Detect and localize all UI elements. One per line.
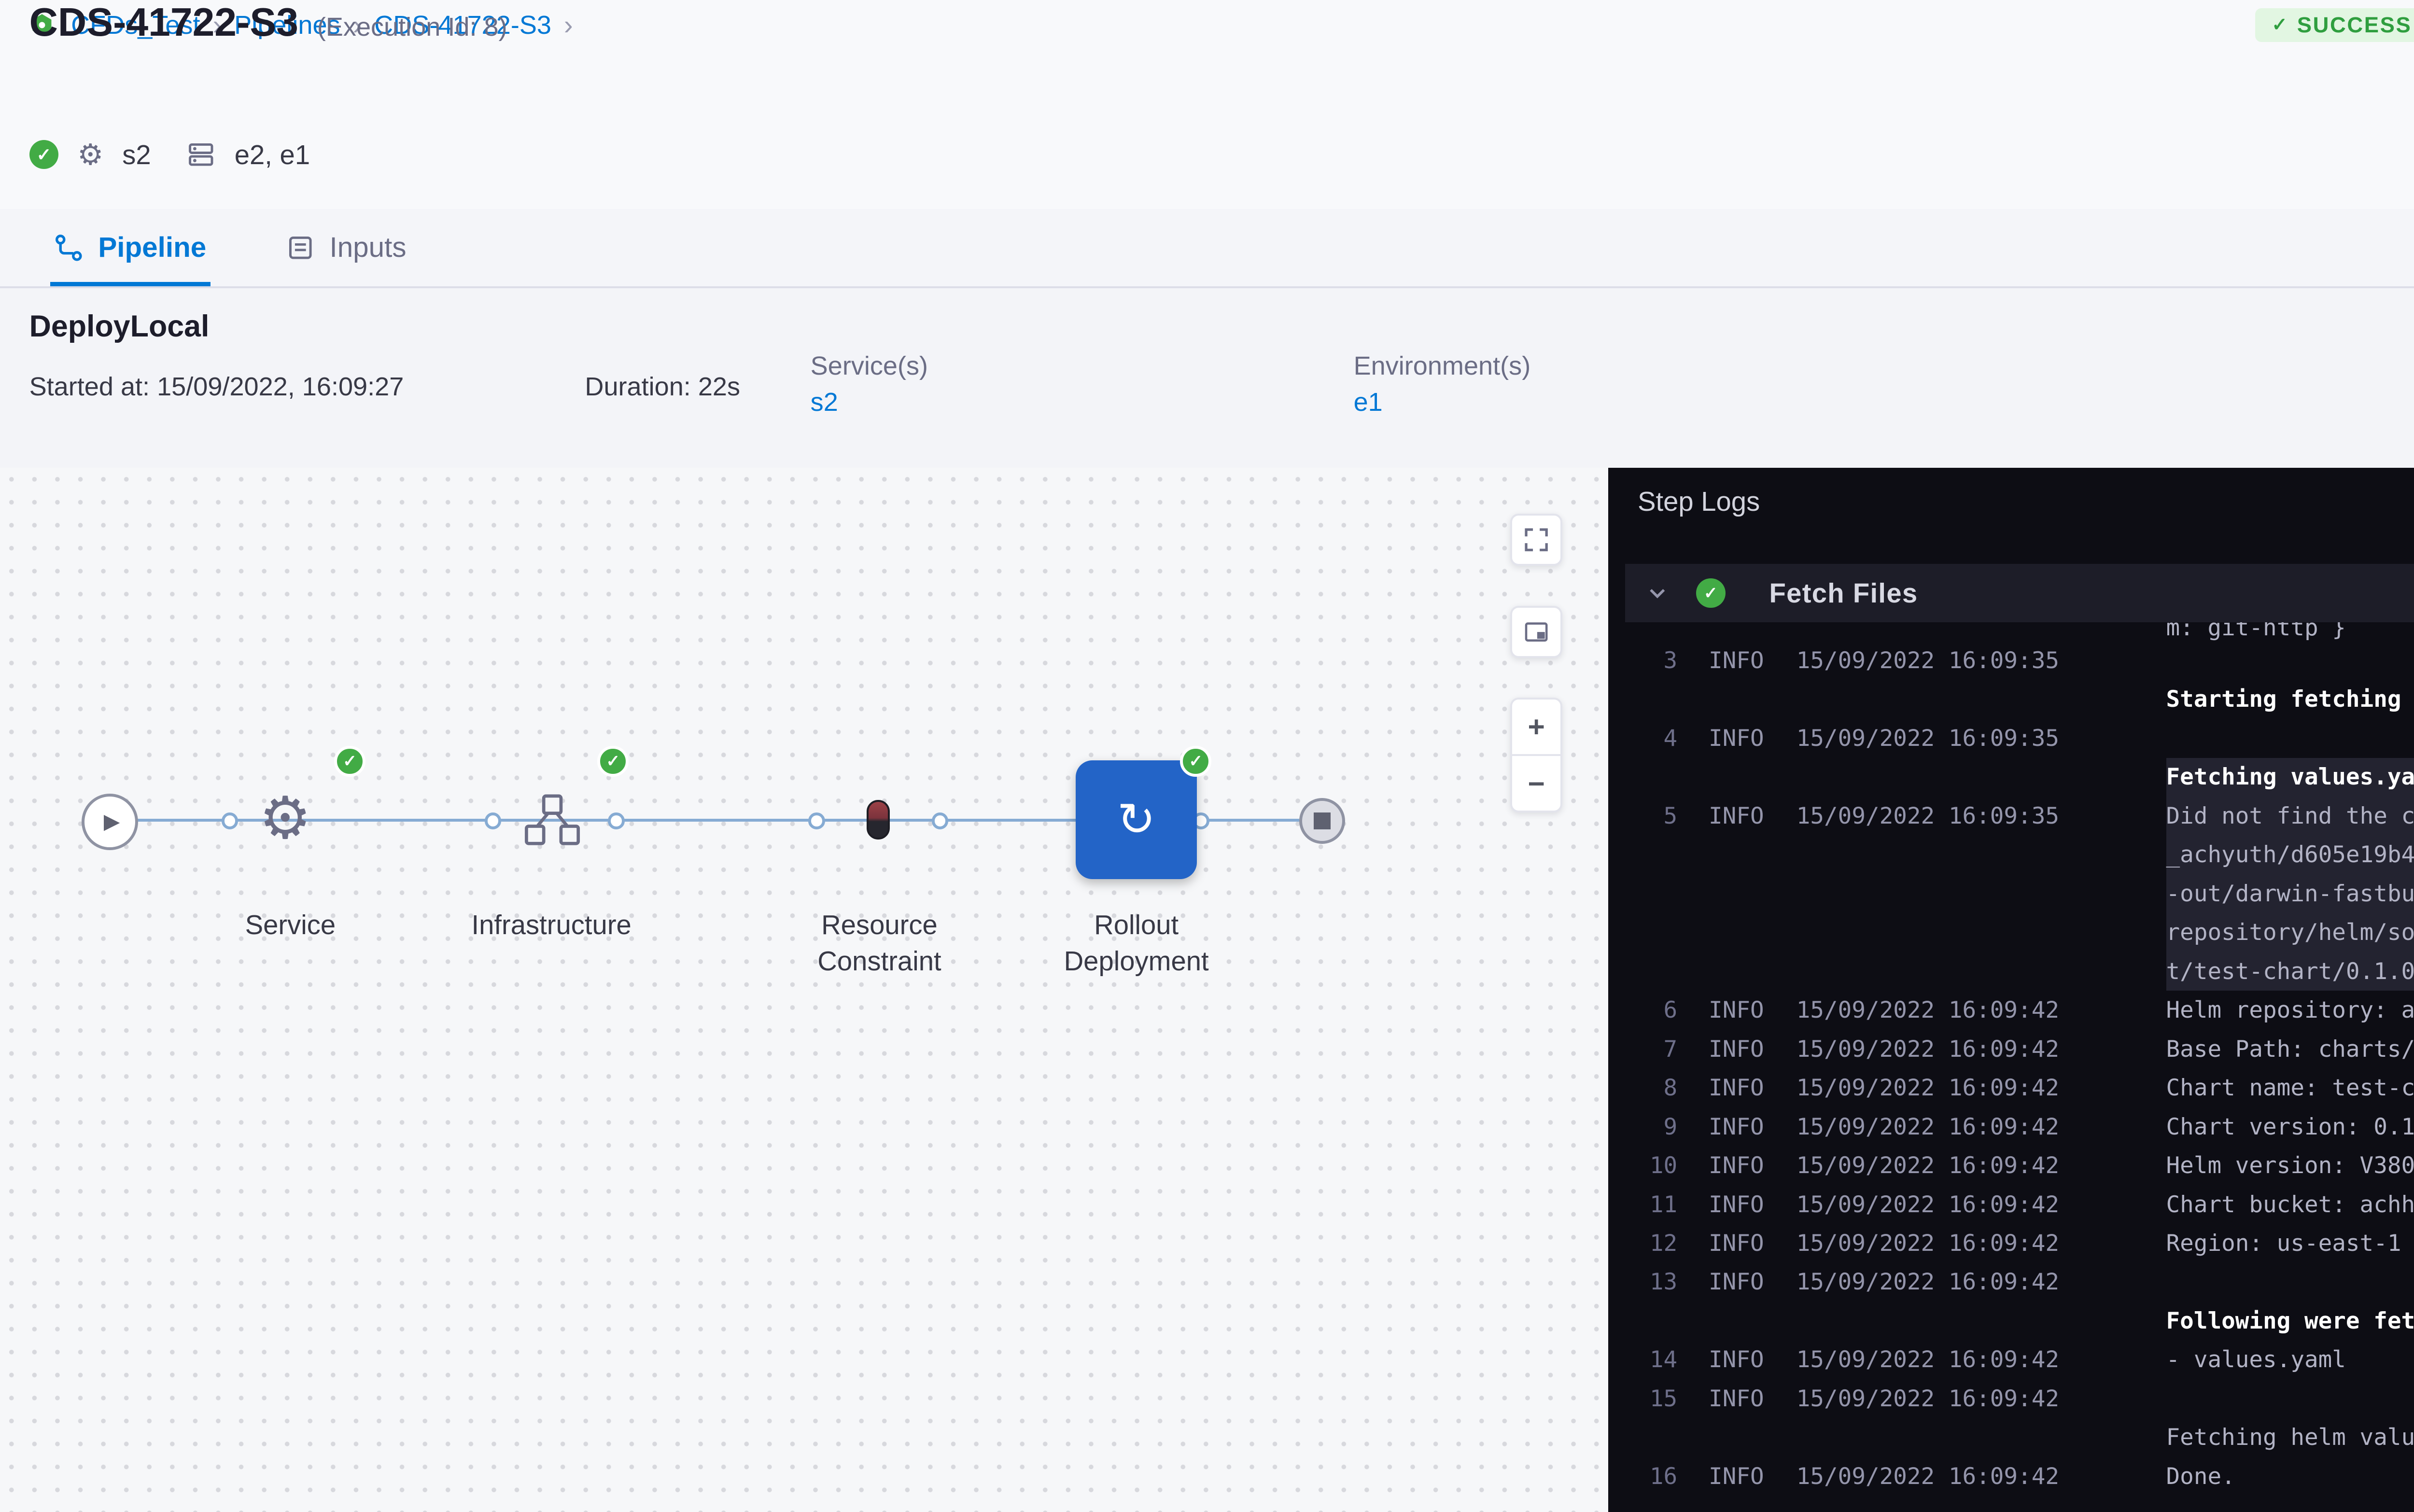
infrastructure-success-badge: ✓ xyxy=(597,746,629,777)
log-section-title: Fetch Files xyxy=(1769,577,1918,609)
stage-name: DeployLocal xyxy=(29,309,210,344)
status-badge: ✓ SUCCESS xyxy=(2255,8,2414,42)
tab-inputs-label: Inputs xyxy=(329,231,406,264)
topbar-right: ✓ SUCCESS Start time 15/09/2022 16:09:26… xyxy=(2255,2,2414,48)
status-check-icon: ✓ xyxy=(29,140,59,169)
services-block: Service(s) s2 xyxy=(811,351,928,417)
log-row: repository/helm/source/93602db7-89f2-317… xyxy=(1608,913,2414,952)
log-row: Following were fetched successfully : xyxy=(1608,1302,2414,1340)
log-row: 7INFO15/09/2022 16:09:42Base Path: chart… xyxy=(1608,1030,2414,1068)
log-row: 6INFO15/09/2022 16:09:42Helm repository:… xyxy=(1608,991,2414,1029)
log-row: 15INFO15/09/2022 16:09:42 xyxy=(1608,1379,2414,1418)
log-panel-header: Step Logs Console View xyxy=(1608,468,2414,534)
pipeline-icon xyxy=(54,233,84,263)
link-dot xyxy=(485,812,502,829)
minimap-icon xyxy=(1523,618,1550,645)
stage-started-at: Started at: 15/09/2022, 16:09:27 xyxy=(29,372,404,402)
link-dot xyxy=(608,812,625,829)
log-row: 13INFO15/09/2022 16:09:42 xyxy=(1608,1263,2414,1302)
zoom-controls: + − xyxy=(1510,698,1562,812)
title-row: CDS-41722-S3 (Execution Id: 8) xyxy=(29,0,507,45)
link-dot xyxy=(932,812,949,829)
log-row: Fetching helm values completed successfu… xyxy=(1608,1418,2414,1457)
environments-label: Environment(s) xyxy=(1354,351,1531,381)
log-row: 16INFO15/09/2022 16:09:42Done. xyxy=(1608,1457,2414,1496)
play-icon: ▶ xyxy=(104,812,120,832)
page-title: CDS-41722-S3 xyxy=(29,0,298,45)
stop-icon xyxy=(1314,812,1331,829)
start-node[interactable]: ▶ xyxy=(82,794,138,850)
resource-constraint-node[interactable] xyxy=(867,800,890,840)
end-node[interactable] xyxy=(1299,798,1345,844)
log-row: 12INFO15/09/2022 16:09:42Region: us-east… xyxy=(1608,1224,2414,1262)
infrastructure-step-label: Infrastructure xyxy=(447,907,656,943)
rollout-success-badge: ✓ xyxy=(1180,746,1211,777)
infrastructure-step-node[interactable] xyxy=(520,787,585,852)
environments-block: Environment(s) e1 xyxy=(1354,351,1531,417)
canvas-minimap-button[interactable] xyxy=(1510,606,1562,658)
step-success-icon: ✓ xyxy=(1696,578,1726,608)
tabbar: Pipeline Inputs Console View xyxy=(0,209,2414,288)
log-row: 5INFO15/09/2022 16:09:35Did not find the… xyxy=(1608,797,2414,835)
log-row: 10INFO15/09/2022 16:09:42Helm version: V… xyxy=(1608,1146,2414,1185)
log-row: Starting fetching Helm values xyxy=(1608,680,2414,719)
tab-pipeline-label: Pipeline xyxy=(98,231,206,264)
log-row: 3INFO15/09/2022 16:09:35 xyxy=(1608,641,2414,680)
resource-constraint-label: Resource Constraint xyxy=(775,907,984,980)
rollout-deployment-node[interactable]: ↻ xyxy=(1076,760,1197,880)
execution-id: (Execution Id: 8) xyxy=(317,12,507,42)
log-row: _achyuth/d605e19b46448ceaacb01fb4c19633a… xyxy=(1608,836,2414,874)
link-dot xyxy=(808,812,825,829)
zoom-out-button[interactable]: − xyxy=(1512,756,1560,811)
service-gear-icon: ⚙ xyxy=(77,140,103,169)
log-section-fetch-files[interactable]: ✓ Fetch Files ↑ ↓ 9s xyxy=(1625,564,2414,622)
log-panel-title: Step Logs xyxy=(1638,486,1760,517)
fullscreen-icon xyxy=(1523,526,1550,553)
log-row: 8INFO15/09/2022 16:09:42Chart name: test… xyxy=(1608,1068,2414,1107)
rollout-icon: ↻ xyxy=(1117,797,1156,843)
environments-value-link[interactable]: e1 xyxy=(1354,387,1531,417)
step-logs-panel: Step Logs Console View ✓ Fetch Files xyxy=(1608,468,2414,1512)
log-row: Fetching values.yaml from helm chart rep… xyxy=(1608,758,2414,797)
log-row: 9INFO15/09/2022 16:09:42Chart version: 0… xyxy=(1608,1107,2414,1146)
execution-page: CFDs_Test › Pipelines › CDS-41722-S3 › ✓… xyxy=(0,0,2414,1512)
chevron-right-icon: › xyxy=(564,13,573,38)
rollout-deployment-label: Rollout Deployment xyxy=(1032,907,1241,980)
log-row: 4INFO15/09/2022 16:09:35 xyxy=(1608,719,2414,757)
log-rows: m: git-http }3INFO15/09/2022 16:09:35Sta… xyxy=(1608,622,2414,1512)
environments-icon xyxy=(186,140,216,169)
tab-inputs[interactable]: Inputs xyxy=(286,209,407,286)
zoom-in-button[interactable]: + xyxy=(1512,700,1560,754)
log-row: -out/darwin-fastbuild/bin/260-delegate/e… xyxy=(1608,874,2414,913)
inputs-icon xyxy=(286,233,315,263)
canvas-fullscreen-button[interactable] xyxy=(1510,514,1562,566)
link-dot xyxy=(222,812,239,829)
stage-summary-bar: DeployLocal Started at: 15/09/2022, 16:0… xyxy=(0,288,2414,470)
chevron-down-icon xyxy=(1646,582,1669,605)
infrastructure-icon xyxy=(520,787,585,852)
services-value-link[interactable]: s2 xyxy=(811,387,928,417)
check-icon: ✓ xyxy=(2272,14,2288,36)
service-tag: s2 xyxy=(122,139,151,170)
log-row: 11INFO15/09/2022 16:09:42Chart bucket: a… xyxy=(1608,1185,2414,1224)
environments-tag: e2, e1 xyxy=(235,139,310,170)
log-row: t/test-chart/0.1.0 xyxy=(1608,952,2414,991)
log-row: 14INFO15/09/2022 16:09:42- values.yaml xyxy=(1608,1341,2414,1379)
service-step-label: Service xyxy=(186,907,395,943)
tab-pipeline[interactable]: Pipeline xyxy=(54,209,206,286)
stage-duration: Duration: 22s xyxy=(585,372,740,402)
meta-row: ✓ ⚙ s2 e2, e1 Admin xyxy=(29,134,2414,176)
services-label: Service(s) xyxy=(811,351,928,381)
service-step-node[interactable]: ⚙ xyxy=(259,785,311,850)
log-row: m: git-http } xyxy=(1608,622,2414,641)
service-success-badge: ✓ xyxy=(334,746,365,777)
status-text: SUCCESS xyxy=(2297,13,2412,38)
